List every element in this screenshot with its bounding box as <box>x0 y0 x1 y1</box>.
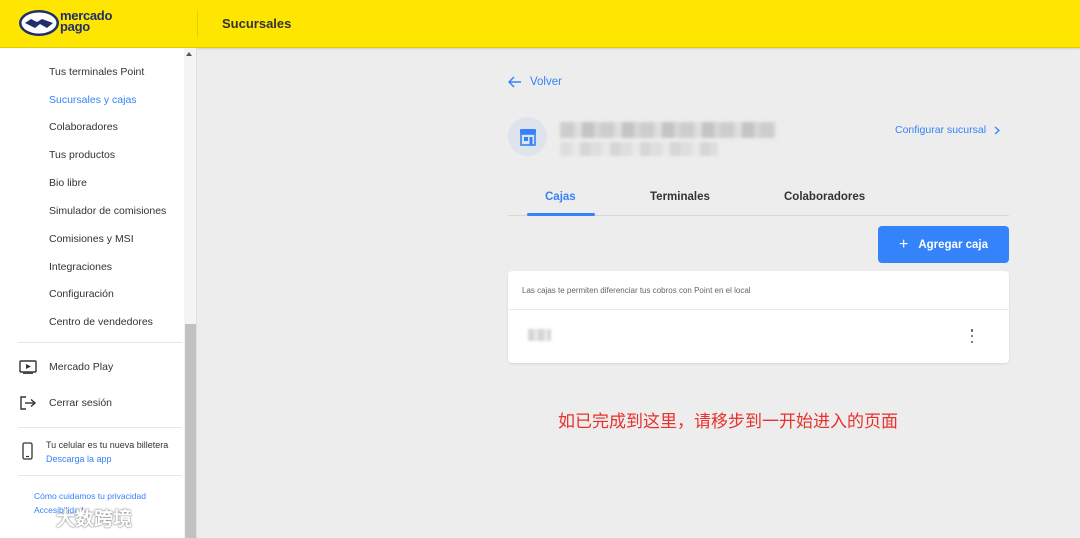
add-caja-button[interactable]: + Agregar caja <box>878 226 1009 263</box>
mercado-pago-logo-icon[interactable] <box>18 9 60 37</box>
configure-branch-link[interactable]: Configurar sucursal <box>895 124 1001 136</box>
arrow-left-icon <box>508 76 521 88</box>
sidebar-item-comisiones[interactable]: Comisiones y MSI <box>49 233 134 245</box>
sidebar-item-bio-libre[interactable]: Bio libre <box>49 177 87 189</box>
privacy-link[interactable]: Cómo cuidamos tu privacidad <box>34 491 146 501</box>
active-tab-indicator <box>527 213 595 216</box>
store-address-redacted <box>560 142 718 156</box>
card-divider <box>508 309 1009 310</box>
logout-label: Cerrar sesión <box>49 397 113 409</box>
sidebar-item-simulador[interactable]: Simulador de comisiones <box>49 205 166 217</box>
sidebar-item-colaboradores[interactable]: Colaboradores <box>49 121 118 133</box>
back-label: Volver <box>530 76 562 88</box>
sidebar-divider <box>18 475 182 476</box>
configure-label: Configurar sucursal <box>895 124 987 136</box>
cajas-info-text: Las cajas te permiten diferenciar tus co… <box>522 286 751 295</box>
sidebar-item-productos[interactable]: Tus productos <box>49 149 115 161</box>
page-title: Sucursales <box>222 16 292 31</box>
sidebar-item-integraciones[interactable]: Integraciones <box>49 261 112 273</box>
brand-wordmark: mercado pago <box>60 9 112 33</box>
tab-cajas[interactable]: Cajas <box>545 191 576 203</box>
add-caja-label: Agregar caja <box>918 238 989 251</box>
scrollbar-thumb[interactable] <box>185 324 196 538</box>
sidebar-divider <box>18 427 182 428</box>
sidebar-item-sucursales[interactable]: Sucursales y cajas <box>49 94 137 106</box>
more-options-icon[interactable] <box>967 328 977 344</box>
sidebar: Tus terminales Point Sucursales y cajas … <box>0 48 197 538</box>
sidebar-item-terminales[interactable]: Tus terminales Point <box>49 66 144 78</box>
watermark-logo-icon <box>9 508 44 526</box>
sidebar-item-logout[interactable]: Cerrar sesión <box>19 396 112 410</box>
header-divider <box>197 10 198 38</box>
phone-icon <box>22 442 33 460</box>
watermark: 大数跨境 <box>8 504 132 531</box>
wallet-promo-title: Tu celular es tu nueva billetera <box>46 440 169 450</box>
top-header: mercado pago Sucursales <box>0 0 1080 48</box>
logout-icon <box>20 396 37 410</box>
download-app-link[interactable]: Descarga la app <box>46 454 112 464</box>
store-icon <box>519 128 536 146</box>
sidebar-divider <box>18 342 182 343</box>
watermark-text: 大数跨境 <box>56 508 133 530</box>
mercado-play-label: Mercado Play <box>49 361 114 373</box>
instruction-notice: 如已完成到这里，请移步到一开始进入的页面 <box>558 412 898 432</box>
scroll-up-icon[interactable] <box>186 52 192 56</box>
plus-icon: + <box>898 235 909 253</box>
sidebar-item-mercado-play[interactable]: Mercado Play <box>19 360 113 374</box>
chevron-right-icon <box>994 126 1001 134</box>
tab-colaboradores[interactable]: Colaboradores <box>784 191 865 203</box>
tab-terminales[interactable]: Terminales <box>650 191 710 203</box>
sidebar-item-centro-vendedores[interactable]: Centro de vendedores <box>49 316 153 328</box>
store-name-redacted <box>560 122 776 138</box>
sidebar-item-configuracion[interactable]: Configuración <box>49 288 114 300</box>
store-avatar <box>508 117 547 156</box>
caja-name-redacted <box>528 329 551 341</box>
back-link[interactable]: Volver <box>508 76 562 88</box>
cajas-card: Las cajas te permiten diferenciar tus co… <box>508 271 1009 363</box>
play-screen-icon <box>19 360 37 374</box>
